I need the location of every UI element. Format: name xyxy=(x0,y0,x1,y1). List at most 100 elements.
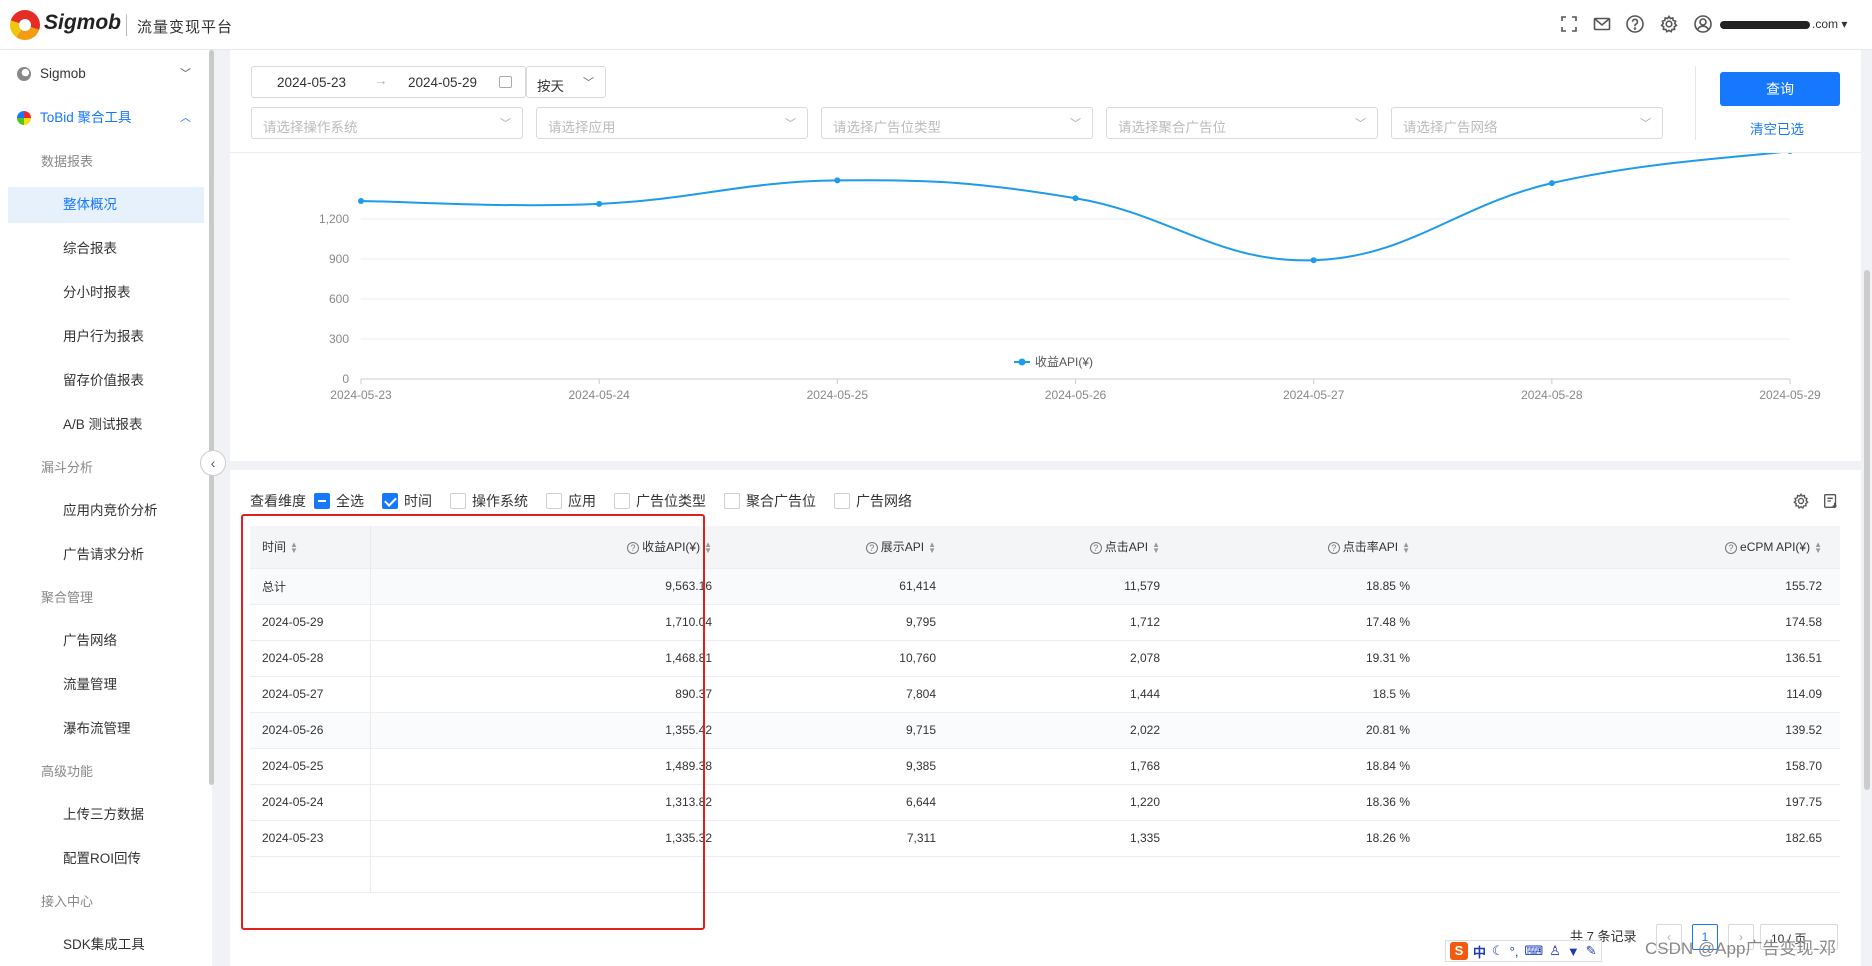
sidebar-item-label: Sigmob xyxy=(40,66,86,81)
dimension-label: 查看维度 xyxy=(250,493,306,509)
page-scrollbar[interactable] xyxy=(1864,270,1870,790)
dim-mediation-slot[interactable]: 聚合广告位 xyxy=(724,491,816,511)
sidebar-item-upload-third-party[interactable]: 上传三方数据 xyxy=(0,797,204,833)
punctuation-icon[interactable]: °, xyxy=(1510,944,1519,959)
ime-mode-label[interactable]: 中 xyxy=(1473,942,1486,961)
data-point xyxy=(834,177,841,184)
y-tick-label: 1,200 xyxy=(319,212,349,226)
wrench-icon[interactable]: ✎ xyxy=(1586,943,1597,959)
sidebar-item-retention-report[interactable]: 留存价值报表 xyxy=(0,363,204,399)
granularity-select[interactable]: 按天 ﹀ xyxy=(526,66,606,98)
sidebar-item-comprehensive-report[interactable]: 综合报表 xyxy=(0,231,204,267)
checkbox[interactable] xyxy=(724,493,740,509)
col-header-ctr[interactable]: ? 点击率API ▲ ▼ xyxy=(1178,526,1428,569)
start-date[interactable]: 2024-05-23 xyxy=(277,75,346,90)
cell-clicks: 1,335 xyxy=(954,820,1178,857)
legend-marker xyxy=(1018,358,1026,366)
top-bar: Sigmob 流量变现平台 .com ▾ xyxy=(0,0,1872,50)
sidebar-item-overview[interactable]: 整体概况 xyxy=(8,187,204,223)
sidebar-item-ab-test-report[interactable]: A/B 测试报表 xyxy=(0,407,204,443)
collapse-sidebar-button[interactable]: ‹ xyxy=(200,450,226,476)
ad-network-select[interactable]: 请选择广告网络 ﹀ xyxy=(1391,107,1663,139)
sidebar-item-roi-postback[interactable]: 配置ROI回传 xyxy=(0,841,204,877)
cell-ecpm: 197.75 xyxy=(1428,784,1840,821)
table-tools xyxy=(1781,491,1841,511)
sidebar-item-traffic-management[interactable]: 流量管理 xyxy=(0,667,204,703)
sidebar-scrollbar[interactable] xyxy=(209,50,214,785)
dim-select-all[interactable]: 全选 xyxy=(314,491,364,511)
sort-icon[interactable]: ▲ ▼ xyxy=(928,541,936,555)
gear-icon[interactable] xyxy=(1658,13,1680,35)
sidebar-item-bidding-analysis[interactable]: 应用内竞价分析 xyxy=(0,493,204,529)
help-icon[interactable]: ? xyxy=(1327,542,1340,555)
chevron-down-icon: ﹀ xyxy=(180,68,191,80)
dim-time[interactable]: 时间 xyxy=(382,491,432,511)
sidebar-item-hourly-report[interactable]: 分小时报表 xyxy=(0,275,204,311)
cell-ctr: 18.85 % xyxy=(1178,568,1428,605)
sidebar-item-tobid[interactable]: ToBid 聚合工具 ︿ xyxy=(0,100,204,136)
col-header-clicks[interactable]: ? 点击API ▲ ▼ xyxy=(954,526,1178,569)
cell-ctr: 19.31 % xyxy=(1178,640,1428,677)
checkbox[interactable] xyxy=(314,493,330,509)
checkbox[interactable] xyxy=(546,493,562,509)
sidebar-item-waterfall-management[interactable]: 瀑布流管理 xyxy=(0,711,204,747)
cell-ctr xyxy=(1178,856,1428,893)
col-header-label: eCPM API(¥) xyxy=(1740,539,1811,554)
ad-slot-type-select[interactable]: 请选择广告位类型 ﹀ xyxy=(821,107,1093,139)
sidebar-item-user-behavior-report[interactable]: 用户行为报表 xyxy=(0,319,204,355)
col-header-ecpm[interactable]: ? eCPM API(¥) ▲ ▼ xyxy=(1428,526,1840,569)
cell-impressions: 10,760 xyxy=(730,640,954,677)
date-range-picker[interactable]: 2024-05-23 → 2024-05-29 xyxy=(251,66,526,98)
sigmob-logo-icon[interactable] xyxy=(10,10,40,40)
sidebar-item-sigmob[interactable]: Sigmob ﹀ xyxy=(0,56,204,92)
keyboard-icon[interactable]: ⌨ xyxy=(1524,943,1543,959)
dim-os[interactable]: 操作系统 xyxy=(450,491,528,511)
sort-icon[interactable]: ▲ ▼ xyxy=(1814,540,1822,554)
help-icon[interactable] xyxy=(1624,13,1646,35)
checkbox[interactable] xyxy=(382,493,398,509)
sidebar-item-sdk-tool[interactable]: SDK集成工具 xyxy=(0,927,204,963)
query-button[interactable]: 查询 xyxy=(1720,72,1840,106)
arrow-right-icon: → xyxy=(374,73,388,88)
checkbox[interactable] xyxy=(834,493,850,509)
sidebar-group-advanced: 高级功能 xyxy=(41,764,94,779)
ime-toolbar[interactable]: S 中 ☾ °, ⌨ ♙ ▼ ✎ xyxy=(1445,940,1602,962)
dim-ad-slot-type[interactable]: 广告位类型 xyxy=(614,491,706,511)
mediation-slot-select[interactable]: 请选择聚合广告位 ﹀ xyxy=(1106,107,1378,139)
fullscreen-icon[interactable] xyxy=(1558,13,1580,35)
sort-icon[interactable]: ▲ ▼ xyxy=(1152,541,1160,555)
help-icon[interactable]: ? xyxy=(1725,541,1738,554)
sort-icon[interactable]: ▲ ▼ xyxy=(1402,541,1410,555)
col-header-impressions[interactable]: ? 展示API ▲ ▼ xyxy=(730,526,954,569)
y-tick-label: 0 xyxy=(342,372,349,386)
os-select[interactable]: 请选择操作系统 ﹀ xyxy=(251,107,523,139)
sidebar-item-ad-network[interactable]: 广告网络 xyxy=(0,623,204,659)
shirt-icon[interactable]: ▼ xyxy=(1567,944,1580,959)
checkbox[interactable] xyxy=(450,493,466,509)
help-icon[interactable]: ? xyxy=(865,542,878,555)
highlight-annotation-box xyxy=(241,514,705,930)
clear-filters-link[interactable]: 清空已选 xyxy=(1750,118,1804,138)
sigmob-icon xyxy=(17,67,31,81)
sidebar-item-request-analysis[interactable]: 广告请求分析 xyxy=(0,537,204,573)
mail-icon[interactable] xyxy=(1591,13,1613,35)
end-date[interactable]: 2024-05-29 xyxy=(408,75,477,90)
dim-app[interactable]: 应用 xyxy=(546,491,596,511)
logo-text[interactable]: Sigmob xyxy=(44,11,121,35)
account-menu[interactable]: .com ▾ xyxy=(1720,17,1847,31)
dim-label: 广告位类型 xyxy=(636,493,706,509)
column-settings-icon[interactable] xyxy=(1791,491,1811,511)
sidebar-group-mediation: 聚合管理 xyxy=(41,590,94,605)
sort-icon[interactable]: ▲ ▼ xyxy=(704,541,712,555)
filter-divider xyxy=(1695,66,1696,140)
dim-ad-network[interactable]: 广告网络 xyxy=(834,491,912,511)
help-icon[interactable]: ? xyxy=(1089,542,1102,555)
checkbox[interactable] xyxy=(614,493,630,509)
person-icon[interactable]: ♙ xyxy=(1549,943,1561,959)
sidebar-group-integration: 接入中心 xyxy=(41,894,94,909)
app-select[interactable]: 请选择应用 ﹀ xyxy=(536,107,808,139)
user-avatar-icon[interactable] xyxy=(1692,13,1714,35)
moon-icon[interactable]: ☾ xyxy=(1492,943,1504,959)
sidebar-item-label: ToBid 聚合工具 xyxy=(40,110,132,125)
export-icon[interactable] xyxy=(1821,491,1841,511)
